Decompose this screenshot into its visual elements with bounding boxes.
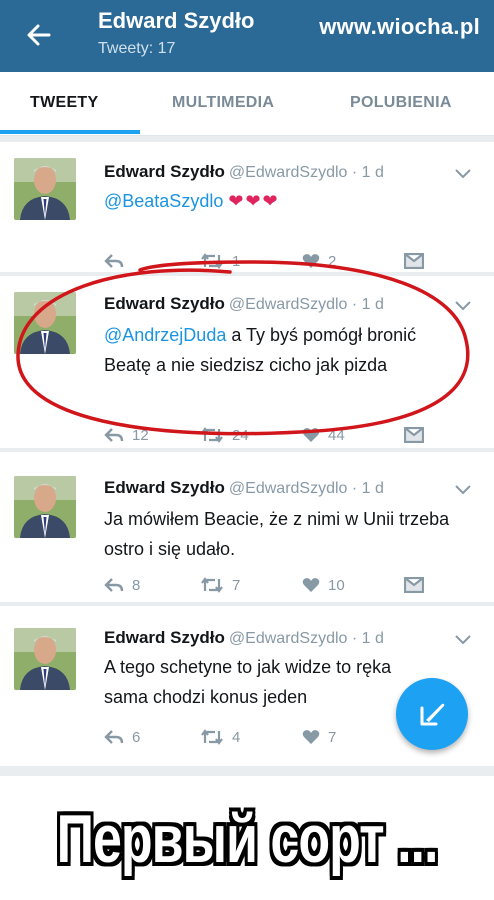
chevron-down-icon[interactable] <box>454 300 472 312</box>
profile-title: Edward Szydło <box>98 8 255 33</box>
reply-button[interactable]: 12 <box>104 424 149 446</box>
hearts-emoji: ❤❤❤ <box>228 191 280 211</box>
tweet-item[interactable]: Edward Szydło @EdwardSzydlo · 1 d Ja mówi… <box>0 452 494 602</box>
retweet-button[interactable]: 24 <box>200 424 249 446</box>
tweet-actions: 6 4 7 <box>104 726 434 748</box>
author-name[interactable]: Edward Szydło @EdwardSzydlo · 1 d <box>104 294 384 314</box>
avatar[interactable] <box>14 628 76 690</box>
tab-polubienia[interactable]: POLUBIENIA <box>350 94 452 112</box>
profile-tabs: TWEETY MULTIMEDIA POLUBIENIA <box>0 72 494 136</box>
direct-message-button[interactable] <box>404 574 432 596</box>
like-button[interactable]: 44 <box>302 424 345 446</box>
reply-button[interactable]: 6 <box>104 726 140 748</box>
mention-link[interactable]: @BeataSzydlo <box>104 191 223 211</box>
reply-icon <box>104 254 124 268</box>
retweet-icon <box>201 427 223 443</box>
chevron-down-icon[interactable] <box>454 168 472 180</box>
retweet-button[interactable]: 1 <box>200 250 240 272</box>
tab-tweety[interactable]: TWEETY <box>30 94 98 112</box>
tweet-actions: 12 24 44 <box>104 424 434 446</box>
tweet-text: @BeataSzydlo ❤❤❤ <box>104 186 464 216</box>
author-handle: @EdwardSzydlo · 1 d <box>228 480 384 497</box>
compose-icon <box>420 703 445 726</box>
tweet-actions: 8 7 10 <box>104 574 434 596</box>
back-arrow-icon[interactable] <box>22 18 56 52</box>
watermark: www.wiocha.pl <box>319 14 480 39</box>
tweet-item[interactable]: Edward Szydło @EdwardSzydlo · 1 d @Andrze… <box>0 276 494 448</box>
retweet-button[interactable]: 7 <box>200 574 240 596</box>
mention-link[interactable]: @AndrzejDuda <box>104 325 226 345</box>
tweet-actions: 1 2 <box>104 250 434 272</box>
reply-icon <box>104 428 124 442</box>
retweet-icon <box>201 253 223 269</box>
reply-button[interactable]: 8 <box>104 574 140 596</box>
tweet-count: Tweety: 17 <box>98 40 176 57</box>
like-icon <box>302 578 320 592</box>
like-button[interactable]: 2 <box>302 250 336 272</box>
direct-message-icon <box>404 577 424 593</box>
author-name[interactable]: Edward Szydło @EdwardSzydlo · 1 d <box>104 478 384 498</box>
reply-button[interactable] <box>104 250 132 272</box>
tweet-item[interactable]: Edward Szydło @EdwardSzydlo · 1 d @BeataS… <box>0 142 494 272</box>
author-handle: @EdwardSzydlo · 1 d <box>228 296 384 313</box>
tweet-text: A tego schetyne to jak widze to ręka sam… <box>104 657 392 707</box>
app-header: Edward Szydło Tweety: 17 www.wiocha.pl <box>0 0 494 72</box>
like-icon <box>302 254 320 268</box>
retweet-button[interactable]: 4 <box>200 726 240 748</box>
direct-message-icon <box>404 253 424 269</box>
author-handle: @EdwardSzydlo · 1 d <box>228 630 384 647</box>
retweet-icon <box>201 577 223 593</box>
like-icon <box>302 730 320 744</box>
retweet-icon <box>201 729 223 745</box>
chevron-down-icon[interactable] <box>454 634 472 646</box>
tweet-text: @AndrzejDuda a Ty byś pomógł bronić Beat… <box>104 325 417 375</box>
like-button[interactable]: 10 <box>302 574 345 596</box>
reply-icon <box>104 730 124 744</box>
tab-multimedia[interactable]: MULTIMEDIA <box>172 94 274 112</box>
author-name[interactable]: Edward Szydło @EdwardSzydlo · 1 d <box>104 162 384 182</box>
direct-message-button[interactable] <box>404 250 432 272</box>
avatar[interactable] <box>14 158 76 220</box>
direct-message-button[interactable] <box>404 424 432 446</box>
avatar[interactable] <box>14 292 76 354</box>
meme-caption: Первый сорт ... <box>56 802 439 878</box>
compose-button[interactable] <box>396 678 468 750</box>
tweet-text: Ja mówiłem Beacie, że z nimi w Unii trze… <box>104 509 450 559</box>
active-tab-indicator <box>0 130 140 134</box>
caption-area: Первый сорт ... <box>0 776 494 900</box>
like-button[interactable]: 7 <box>302 726 336 748</box>
like-icon <box>302 428 320 442</box>
reply-icon <box>104 578 124 592</box>
chevron-down-icon[interactable] <box>454 484 472 496</box>
avatar[interactable] <box>14 476 76 538</box>
author-name[interactable]: Edward Szydło @EdwardSzydlo · 1 d <box>104 628 384 648</box>
author-handle: @EdwardSzydlo · 1 d <box>228 164 384 181</box>
direct-message-icon <box>404 427 424 443</box>
